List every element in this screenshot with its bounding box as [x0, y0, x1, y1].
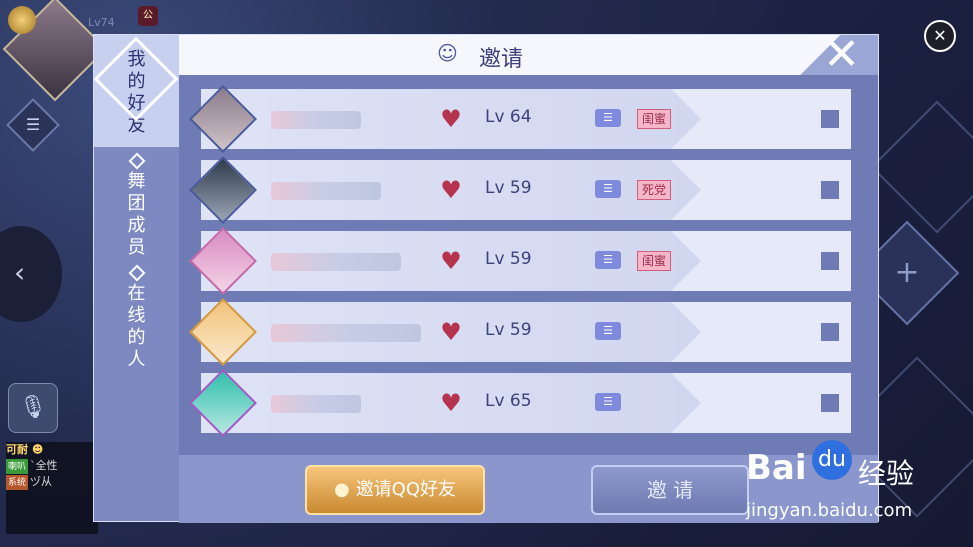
profile-card-icon[interactable]: ☰: [595, 393, 621, 411]
invite-qq-friends-button[interactable]: ● 邀请QQ好友: [305, 465, 485, 515]
friend-avatar: [189, 227, 257, 295]
microphone-icon: 🎙: [19, 395, 47, 420]
voice-button[interactable]: 🎙: [8, 383, 58, 433]
relation-badge: 死党: [637, 180, 672, 200]
friend-level: Lv 59: [485, 320, 532, 340]
friend-level: Lv 65: [485, 391, 532, 411]
friend-row[interactable]: ♥ Lv 59 ☰ 死党: [189, 156, 851, 224]
friend-row[interactable]: ♥ Lv 59 ☰ 闺蜜: [189, 227, 851, 295]
profile-card-icon[interactable]: ☰: [595, 109, 621, 127]
friend-avatar: [189, 298, 257, 366]
friend-avatar: [189, 369, 257, 437]
friend-avatar: [189, 156, 257, 224]
select-checkbox[interactable]: [821, 252, 839, 270]
friend-row[interactable]: ♥ Lv 65 ☰: [189, 369, 851, 437]
friend-row[interactable]: ♥ Lv 59 ☰: [189, 298, 851, 366]
plus-icon: +: [894, 255, 920, 290]
friend-name: [271, 324, 421, 342]
dialog-title: 邀请: [479, 47, 524, 72]
player-level: Lv74: [88, 16, 115, 29]
friend-name: [271, 111, 361, 129]
select-checkbox[interactable]: [821, 323, 839, 341]
crown-icon: [8, 6, 36, 34]
heart-icon: ♥: [440, 105, 462, 133]
heart-icon: ♥: [440, 247, 462, 275]
chat-box[interactable]: 可耐 ☻ 喇叭 `全性 系统 ヅ从: [6, 442, 98, 534]
select-checkbox[interactable]: [821, 181, 839, 199]
close-button[interactable]: ✕: [924, 20, 956, 52]
friend-row[interactable]: ♥ Lv 64 ☰ 闺蜜: [189, 85, 851, 153]
watermark-brand-suffix: 经验: [858, 457, 915, 490]
friend-level: Lv 59: [485, 249, 532, 269]
select-checkbox[interactable]: [821, 110, 839, 128]
diamond-icon: [128, 152, 145, 170]
profile-card-icon[interactable]: ☰: [595, 322, 621, 340]
tab-my-friends[interactable]: 我的好友: [93, 35, 179, 147]
heart-icon: ♥: [440, 318, 462, 346]
tab-online-people[interactable]: 在线的人: [94, 264, 179, 377]
friend-name: [271, 253, 401, 271]
close-icon: ✕: [823, 29, 860, 80]
friend-name: [271, 182, 381, 200]
friend-avatar: [189, 85, 257, 153]
user-check-icon: ☺: [437, 41, 458, 65]
invite-button[interactable]: 邀 请: [591, 465, 749, 515]
select-checkbox[interactable]: [821, 394, 839, 412]
dialog-close-button[interactable]: ✕: [788, 29, 878, 80]
watermark-url: jingyan.baidu.com: [746, 500, 913, 521]
relation-badge: 闺蜜: [637, 251, 672, 271]
profile-card-icon[interactable]: ☰: [595, 251, 621, 269]
chat-line: 系统 ヅ从: [6, 474, 98, 490]
chevron-left-icon: ‹: [14, 256, 26, 289]
baidu-paw-icon: du: [812, 440, 852, 480]
diamond-icon: [128, 264, 145, 282]
tab-dance-group[interactable]: 舞团成员: [94, 152, 179, 258]
chat-line: 可耐 ☻: [6, 443, 44, 456]
relation-badge: 闺蜜: [637, 109, 672, 129]
friend-level: Lv 64: [485, 107, 532, 127]
list-icon: ☰: [25, 115, 41, 134]
friend-level: Lv 59: [485, 178, 532, 198]
chat-line: 喇叭 `全性: [6, 458, 98, 474]
side-tabs: 我的好友 舞团成员 在线的人: [93, 35, 179, 521]
friend-list[interactable]: ♥ Lv 64 ☰ 闺蜜 ♥ Lv 59 ☰ 死党 ♥ Lv 59 ☰ 闺蜜 ♥…: [179, 75, 878, 455]
active-tab-frame: [93, 36, 179, 122]
profile-card-icon[interactable]: ☰: [595, 180, 621, 198]
friend-name: [271, 395, 361, 413]
watermark-brand: Bai: [746, 448, 807, 488]
heart-icon: ♥: [440, 176, 462, 204]
qq-penguin-icon: ●: [333, 479, 350, 500]
dialog-header: ☺ 邀请 ✕: [179, 29, 878, 80]
guild-badge[interactable]: 公: [138, 6, 158, 26]
heart-icon: ♥: [440, 389, 462, 417]
